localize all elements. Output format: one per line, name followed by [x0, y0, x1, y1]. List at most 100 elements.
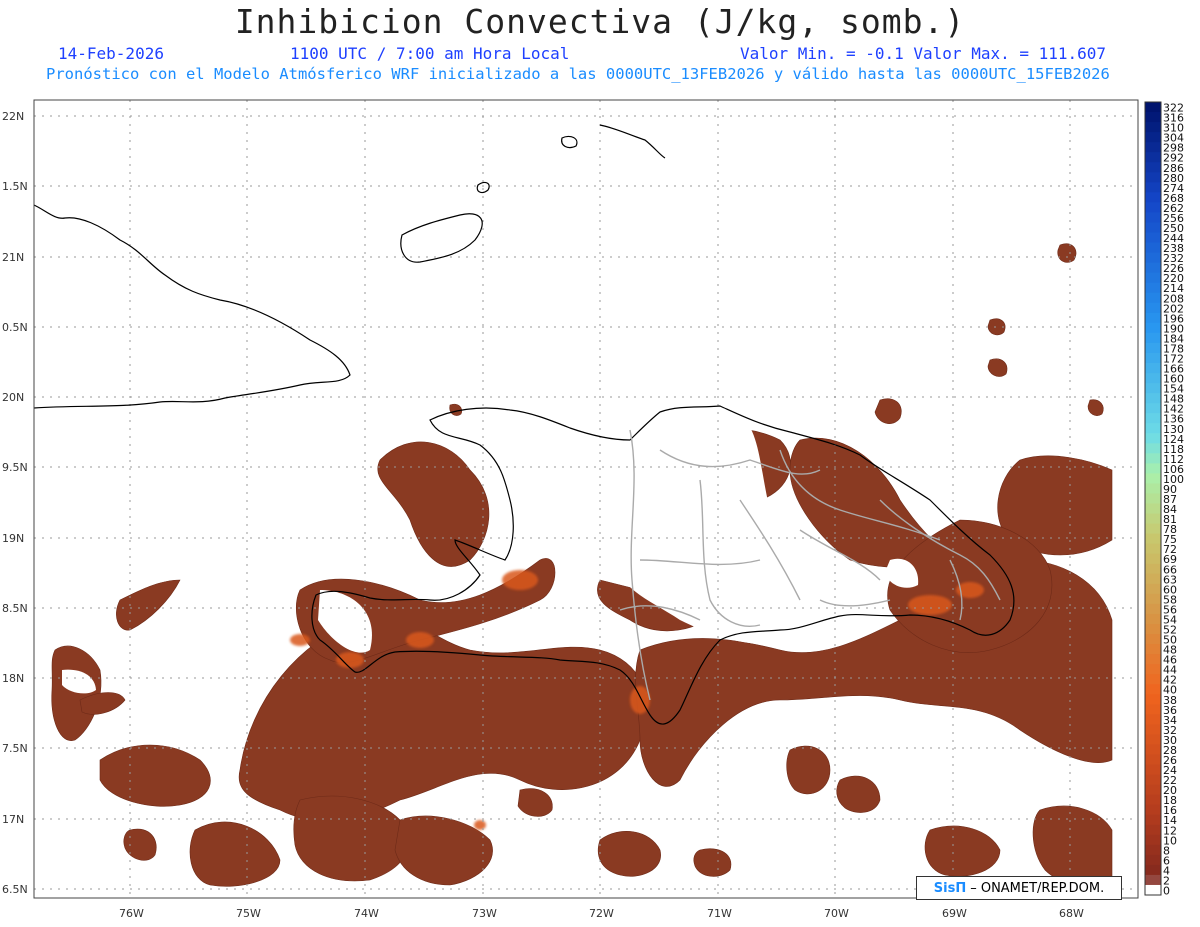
colorbar-swatch — [1145, 272, 1161, 284]
colorbar-swatch — [1145, 493, 1161, 505]
colorbar-swatch — [1145, 142, 1161, 153]
colorbar-swatch — [1145, 644, 1161, 655]
colorbar-swatch — [1145, 754, 1161, 766]
lon-label: 69W — [942, 907, 967, 920]
colorbar-swatch — [1145, 302, 1161, 314]
colorbar-swatch — [1145, 714, 1161, 725]
colorbar-swatch — [1145, 122, 1161, 133]
colorbar-swatch — [1145, 413, 1161, 424]
latitude-labels: 22N 1.5N 21N 0.5N 20N 9.5N 19N 8.5N 18N … — [2, 110, 28, 896]
colorbar-swatch — [1145, 292, 1161, 304]
colorbar-swatch — [1145, 814, 1161, 826]
lon-label: 71W — [707, 907, 732, 920]
colorbar-swatch — [1145, 132, 1161, 143]
colorbar-swatch — [1145, 483, 1161, 494]
colorbar-swatch — [1145, 864, 1161, 876]
colorbar-swatch — [1145, 824, 1161, 836]
colorbar-swatch — [1145, 543, 1161, 555]
colorbar-swatch — [1145, 834, 1161, 846]
colorbar-swatch — [1145, 844, 1161, 856]
colorbar-swatch — [1145, 523, 1161, 535]
lat-label: 20N — [2, 391, 24, 404]
lat-label: 22N — [2, 110, 24, 123]
colorbar-swatch — [1145, 613, 1161, 625]
colorbar-swatch — [1145, 453, 1161, 464]
lat-label: 1.5N — [2, 180, 28, 193]
colorbar: 3223163103042982922862802742682622562502… — [1144, 101, 1184, 898]
cin-map: 22N 1.5N 21N 0.5N 20N 9.5N 19N 8.5N 18N … — [2, 99, 1184, 920]
colorbar-swatch — [1145, 312, 1161, 324]
credit-text: – ONAMET/REP.DOM. — [970, 880, 1105, 896]
colorbar-swatch — [1145, 884, 1161, 896]
colorbar-swatch — [1145, 573, 1161, 585]
lat-label: 21N — [2, 251, 24, 264]
colorbar-swatch — [1145, 182, 1161, 193]
colorbar-swatch — [1145, 342, 1161, 354]
colorbar-swatch — [1145, 373, 1161, 384]
lat-label: 17N — [2, 813, 24, 826]
colorbar-swatch — [1145, 433, 1161, 444]
longitude-labels: 76W 75W 74W 73W 72W 71W 70W 69W 68W — [119, 907, 1084, 920]
lon-label: 72W — [589, 907, 614, 920]
colorbar-swatch — [1145, 563, 1161, 575]
lat-label: 0.5N — [2, 321, 28, 334]
colorbar-swatch — [1145, 593, 1161, 605]
colorbar-swatch — [1145, 804, 1161, 816]
colorbar-swatch — [1145, 252, 1161, 264]
colorbar-swatch — [1145, 332, 1161, 344]
colorbar-swatch — [1145, 403, 1161, 414]
colorbar-swatch — [1145, 202, 1161, 213]
colorbar-swatch — [1145, 503, 1161, 515]
colorbar-swatch — [1145, 774, 1161, 786]
colorbar-swatch — [1145, 603, 1161, 615]
colorbar-swatch — [1145, 102, 1161, 113]
plot-area — [33, 99, 1139, 899]
lon-label: 70W — [824, 907, 849, 920]
colorbar-swatch — [1145, 222, 1161, 233]
colorbar-swatch — [1145, 674, 1161, 685]
lat-label: 18N — [2, 672, 24, 685]
colorbar-swatch — [1145, 734, 1161, 745]
colorbar-swatch — [1145, 724, 1161, 735]
colorbar-swatch — [1145, 242, 1161, 254]
colorbar-swatch — [1145, 172, 1161, 183]
colorbar-swatch — [1145, 393, 1161, 404]
colorbar-label: 0 — [1163, 885, 1170, 898]
colorbar-swatch — [1145, 362, 1161, 374]
lon-label: 74W — [354, 907, 379, 920]
lon-label: 75W — [236, 907, 261, 920]
colorbar-swatch — [1145, 383, 1161, 394]
colorbar-swatch — [1145, 694, 1161, 705]
colorbar-swatch — [1145, 874, 1161, 886]
colorbar-swatch — [1145, 473, 1161, 484]
colorbar-swatch — [1145, 423, 1161, 434]
colorbar-swatch — [1145, 784, 1161, 796]
colorbar-swatch — [1145, 192, 1161, 203]
colorbar-swatch — [1145, 553, 1161, 565]
colorbar-swatch — [1145, 704, 1161, 715]
credit-box: SisΠ – ONAMET/REP.DOM. — [916, 876, 1122, 900]
colorbar-swatch — [1145, 533, 1161, 545]
colorbar-swatch — [1145, 744, 1161, 755]
lon-label: 73W — [472, 907, 497, 920]
colorbar-swatch — [1145, 443, 1161, 454]
colorbar-swatch — [1145, 322, 1161, 334]
colorbar-swatch — [1145, 212, 1161, 223]
lat-label: 9.5N — [2, 461, 28, 474]
colorbar-swatch — [1145, 232, 1161, 244]
lon-label: 68W — [1059, 907, 1084, 920]
colorbar-swatch — [1145, 634, 1161, 645]
colorbar-swatch — [1145, 583, 1161, 595]
lon-label: 76W — [119, 907, 144, 920]
colorbar-swatch — [1145, 513, 1161, 525]
colorbar-swatch — [1145, 262, 1161, 274]
colorbar-swatch — [1145, 684, 1161, 695]
colorbar-swatch — [1145, 764, 1161, 776]
colorbar-swatch — [1145, 623, 1161, 635]
colorbar-swatch — [1145, 282, 1161, 294]
colorbar-swatch — [1145, 854, 1161, 866]
colorbar-swatch — [1145, 794, 1161, 806]
colorbar-swatch — [1145, 112, 1161, 123]
colorbar-swatch — [1145, 162, 1161, 173]
colorbar-swatch — [1145, 152, 1161, 163]
